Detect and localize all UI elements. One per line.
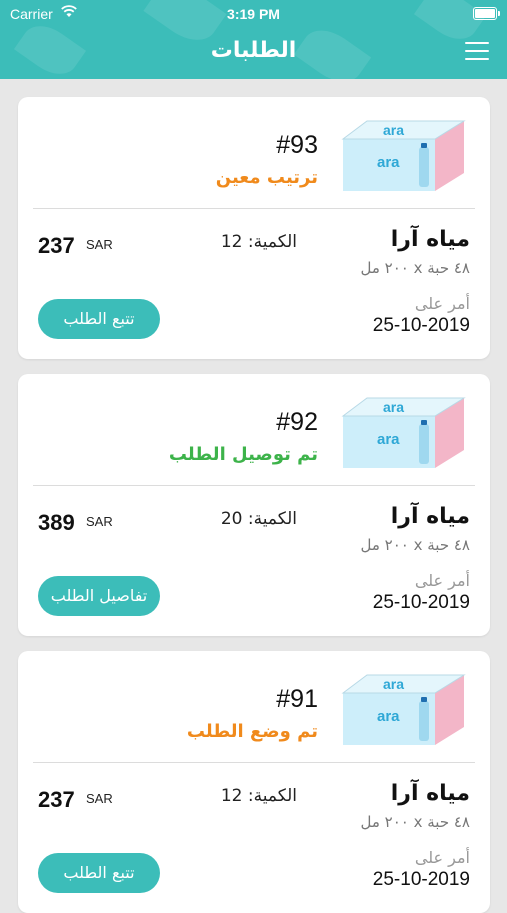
product-name: مياه آرا xyxy=(390,504,470,529)
order-status: تم وضع الطلب xyxy=(186,721,318,742)
app-header: Carrier 3:19 PM الطلبات xyxy=(0,0,507,79)
order-status: تم توصيل الطلب xyxy=(168,444,318,465)
pack-size: ٤٨ حبة x ٢٠٠ مل xyxy=(360,259,470,277)
order-action-button[interactable]: تتبع الطلب xyxy=(38,853,160,893)
order-card[interactable]: ara ara #92 تم توصيل الطلب مياه آرا الكم… xyxy=(18,374,490,636)
product-name: مياه آرا xyxy=(390,781,470,806)
svg-text:ara: ara xyxy=(383,399,404,415)
order-number: #93 xyxy=(276,131,318,159)
product-name: مياه آرا xyxy=(390,227,470,252)
price-value: 237 xyxy=(38,787,75,812)
status-time: 3:19 PM xyxy=(227,6,280,22)
quantity: الكمية: 12 xyxy=(220,232,297,252)
currency-label: SAR xyxy=(86,791,113,806)
pack-size: ٤٨ حبة x ٢٠٠ مل xyxy=(360,813,470,831)
svg-text:ara: ara xyxy=(377,708,400,725)
divider xyxy=(33,485,475,486)
order-date: 25-10-2019 xyxy=(372,592,470,613)
divider xyxy=(33,208,475,209)
currency-label: SAR xyxy=(86,514,113,529)
order-action-button[interactable]: تتبع الطلب xyxy=(38,299,160,339)
ordered-on-label: أمر على xyxy=(414,848,470,867)
page-title: الطلبات xyxy=(210,38,297,63)
order-date: 25-10-2019 xyxy=(372,315,470,336)
svg-text:ara: ara xyxy=(377,431,400,448)
svg-text:ara: ara xyxy=(377,154,400,171)
product-image: ara ara xyxy=(341,120,466,191)
quantity: الكمية: 12 xyxy=(220,786,297,806)
order-card[interactable]: ara ara #93 ترتيب معين مياه آرا الكمية: … xyxy=(18,97,490,359)
battery-icon xyxy=(473,7,500,20)
ordered-on-label: أمر على xyxy=(414,294,470,313)
svg-text:ara: ara xyxy=(383,676,404,692)
order-action-button[interactable]: تفاصيل الطلب xyxy=(38,576,160,616)
price-value: 389 xyxy=(38,510,75,535)
svg-text:ara: ara xyxy=(383,122,404,138)
product-image: ara ara xyxy=(341,397,466,468)
order-status: ترتيب معين xyxy=(215,167,318,188)
price-value: 237 xyxy=(38,233,75,258)
order-card[interactable]: ara ara #91 تم وضع الطلب مياه آرا الكمية… xyxy=(18,651,490,913)
hamburger-menu-icon[interactable] xyxy=(465,42,489,60)
product-image: ara ara xyxy=(341,674,466,745)
divider xyxy=(33,762,475,763)
ordered-on-label: أمر على xyxy=(414,571,470,590)
pack-size: ٤٨ حبة x ٢٠٠ مل xyxy=(360,536,470,554)
order-number: #91 xyxy=(276,685,318,713)
order-number: #92 xyxy=(276,408,318,436)
status-bar: Carrier 3:19 PM xyxy=(0,0,507,28)
currency-label: SAR xyxy=(86,237,113,252)
order-date: 25-10-2019 xyxy=(372,869,470,890)
quantity: الكمية: 20 xyxy=(220,509,297,529)
